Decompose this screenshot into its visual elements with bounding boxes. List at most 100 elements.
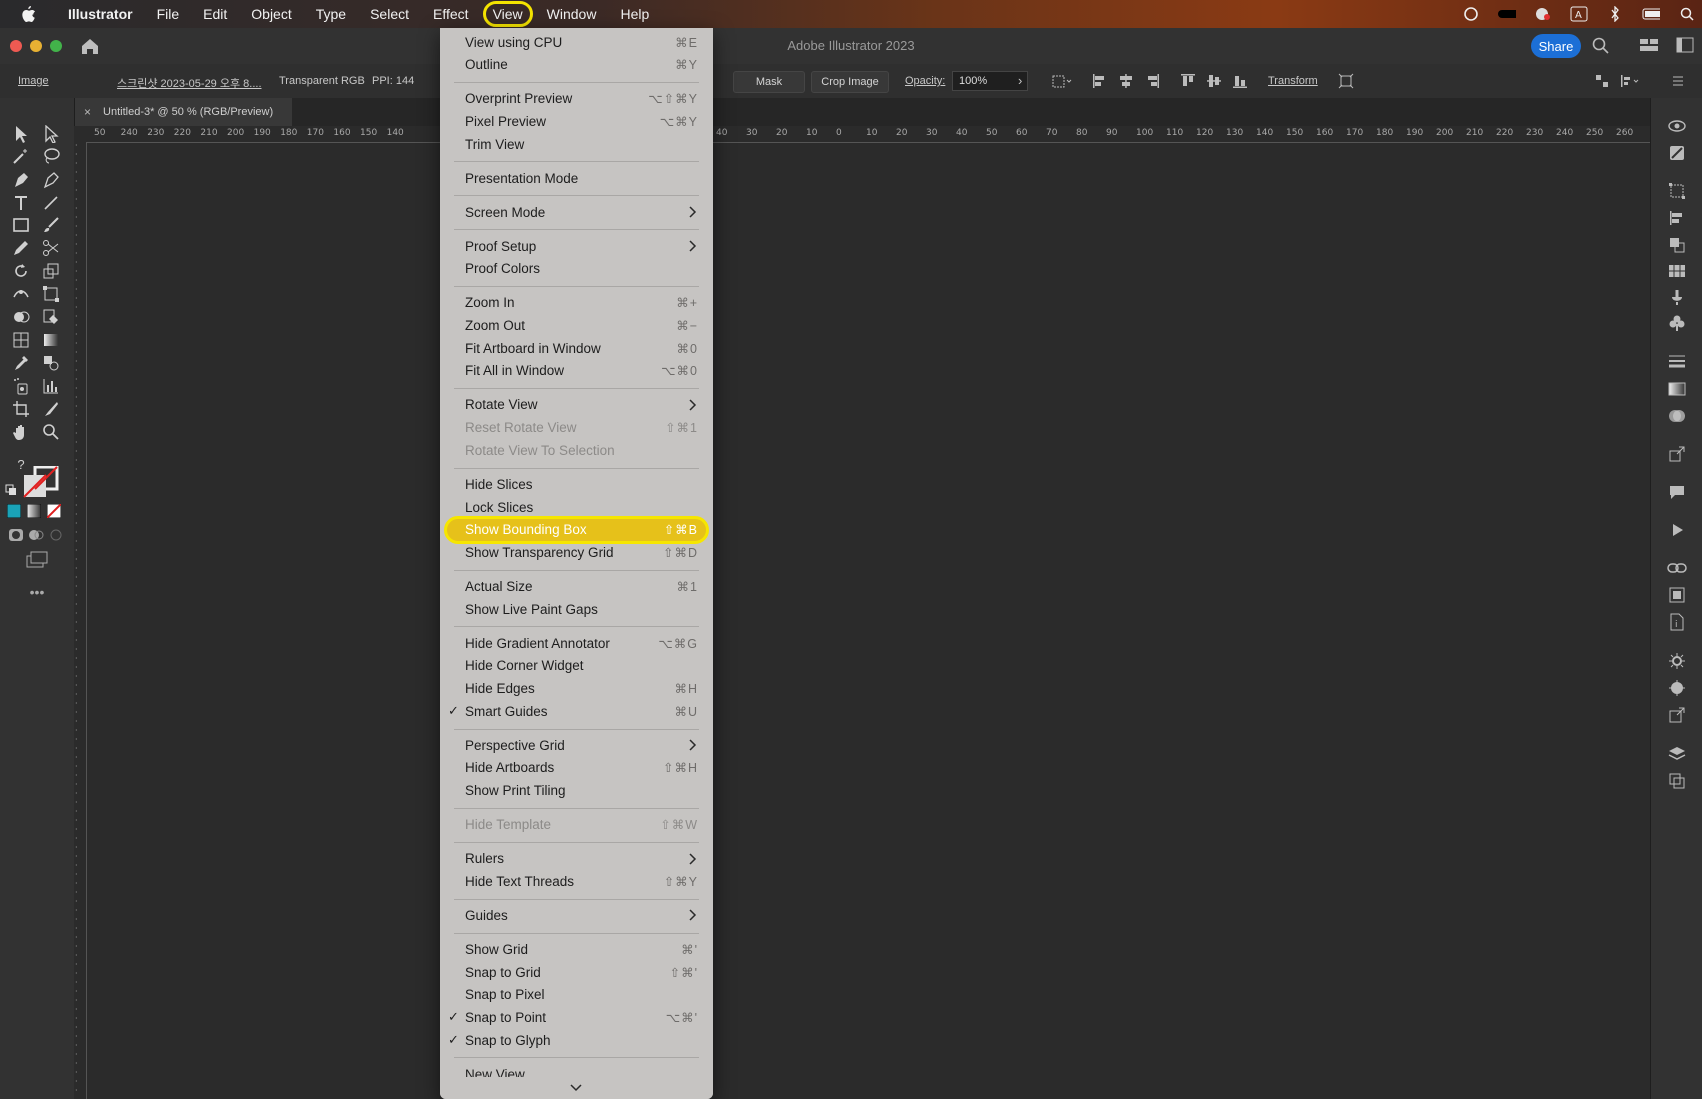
menu-item-presentation-mode[interactable]: Presentation Mode <box>440 167 713 189</box>
transparency-icon[interactable] <box>1667 406 1687 426</box>
opacity-label[interactable]: Opacity: <box>905 75 945 87</box>
menu-item-fit-all-in-window[interactable]: Fit All in Window ⌥⌘0 <box>440 360 713 382</box>
menu-item-show-transparency-grid[interactable]: Show Transparency Grid ⇧⌘D <box>440 541 713 563</box>
layers-icon[interactable] <box>1667 744 1687 764</box>
align-right-icon[interactable] <box>1144 73 1160 89</box>
align-bottom-icon[interactable] <box>1232 73 1248 89</box>
menu-item-snap-to-point[interactable]: ✓ Snap to Point ⌥⌘' <box>440 1006 713 1028</box>
width-tool-icon[interactable] <box>10 284 32 304</box>
canvas[interactable] <box>87 143 1650 1099</box>
menu-item-proof-colors[interactable]: Proof Colors <box>440 258 713 280</box>
document-tab[interactable]: × Untitled-3* @ 50 % (RGB/Preview) <box>74 98 292 126</box>
selection-tool-icon[interactable] <box>10 124 32 144</box>
arrange-icon[interactable] <box>1594 73 1610 89</box>
align-left-icon[interactable] <box>1092 73 1108 89</box>
workspace-icon[interactable] <box>1640 37 1658 55</box>
column-graph-tool-icon[interactable] <box>40 376 62 396</box>
slice-tool-icon[interactable] <box>40 399 62 419</box>
eyedropper-tool-icon[interactable] <box>10 353 32 373</box>
type-tool-icon[interactable] <box>10 193 32 213</box>
menu-item-show-live-paint-gaps[interactable]: Show Live Paint Gaps <box>440 598 713 620</box>
mesh-tool-icon[interactable] <box>10 330 32 350</box>
align-panel-icon[interactable] <box>1667 208 1687 228</box>
menu-item-smart-guides[interactable]: ✓ Smart Guides ⌘U <box>440 700 713 722</box>
horizontal-ruler[interactable]: 50 240 230 220 210 200 190 180 170 160 150 140 40 30 2… <box>86 126 1650 143</box>
align-top-icon[interactable] <box>1180 73 1196 89</box>
menu-item-hide-text-threads[interactable]: Hide Text Threads ⇧⌘Y <box>440 870 713 892</box>
menu-item-hide-gradient-annotator[interactable]: Hide Gradient Annotator ⌥⌘G <box>440 632 713 654</box>
vertical-ruler[interactable]: · · · · · · · · · · · · · · · · · · · · · · · · · · · · · · · · · · · · · · · ·… <box>74 142 87 1099</box>
menu-item-guides[interactable]: Guides <box>440 904 713 926</box>
pen-tool-icon[interactable] <box>10 170 32 190</box>
mask-button[interactable]: Mask <box>733 71 805 93</box>
shape-builder-tool-icon[interactable] <box>10 307 32 327</box>
notification-icon[interactable] <box>1534 7 1552 21</box>
image-trace-icon[interactable] <box>1667 585 1687 605</box>
free-transform-tool-icon[interactable] <box>40 284 62 304</box>
draw-behind-icon[interactable] <box>26 526 46 544</box>
brushes-icon[interactable] <box>1667 287 1687 307</box>
paintbrush-tool-icon[interactable] <box>40 215 62 235</box>
menu-select[interactable]: Select <box>358 0 421 28</box>
align-middle-icon[interactable] <box>1206 73 1222 89</box>
control-menu-icon[interactable] <box>1670 73 1686 89</box>
menu-item-show-bounding-box[interactable]: Show Bounding Box ⇧⌘B <box>444 515 709 544</box>
hand-tool-icon[interactable] <box>10 422 32 442</box>
menu-item-zoom-in[interactable]: Zoom In ⌘+ <box>440 292 713 314</box>
menu-item-snap-to-pixel[interactable]: Snap to Pixel <box>440 984 713 1006</box>
document-info-icon[interactable]: i <box>1667 612 1687 632</box>
transform-link[interactable]: Transform <box>1268 75 1318 87</box>
input-source-icon[interactable]: A <box>1570 6 1588 22</box>
draw-inside-icon[interactable] <box>46 526 66 544</box>
battery-icon[interactable] <box>1642 7 1660 21</box>
links-icon[interactable] <box>1667 558 1687 578</box>
menu-scroll-down-indicator[interactable] <box>440 1077 713 1099</box>
stroke-icon[interactable] <box>1667 351 1687 371</box>
properties-icon[interactable] <box>1667 116 1687 136</box>
pathfinder-icon[interactable] <box>1667 235 1687 255</box>
menu-item-screen-mode[interactable]: Screen Mode <box>440 201 713 223</box>
menu-item-snap-to-grid[interactable]: Snap to Grid ⇧⌘' <box>440 961 713 983</box>
share-button[interactable]: Share <box>1531 34 1581 58</box>
close-tab-icon[interactable]: × <box>84 105 91 119</box>
object-type-label[interactable]: Image <box>18 75 49 87</box>
menu-item-pixel-preview[interactable]: Pixel Preview ⌥⌘Y <box>440 110 713 132</box>
menu-object[interactable]: Object <box>239 0 303 28</box>
creative-cloud-icon[interactable] <box>1462 7 1480 21</box>
panel-toggle-icon[interactable] <box>1676 37 1694 55</box>
menu-item-lock-slices[interactable]: Lock Slices <box>440 496 713 518</box>
zoom-tool-icon[interactable] <box>40 422 62 442</box>
menu-item-snap-to-glyph[interactable]: ✓ Snap to Glyph <box>440 1029 713 1051</box>
battery-pill-icon[interactable] <box>1498 7 1516 21</box>
menu-effect[interactable]: Effect <box>421 0 481 28</box>
rectangle-tool-icon[interactable] <box>10 215 32 235</box>
ruler-origin[interactable] <box>74 126 86 142</box>
menu-file[interactable]: File <box>145 0 192 28</box>
menu-item-outline[interactable]: Outline ⌘Y <box>440 54 713 76</box>
menu-item-perspective-grid[interactable]: Perspective Grid <box>440 734 713 756</box>
export-icon[interactable] <box>1667 705 1687 725</box>
align-center-icon[interactable] <box>1118 73 1134 89</box>
menu-item-trim-view[interactable]: Trim View <box>440 133 713 155</box>
menu-item-show-print-tiling[interactable]: Show Print Tiling <box>440 780 713 802</box>
menu-item-hide-artboards[interactable]: Hide Artboards ⇧⌘H <box>440 757 713 779</box>
crop-image-button[interactable]: Crop Image <box>811 71 889 93</box>
fill-stroke-swatch[interactable] <box>23 466 59 498</box>
screen-mode-icon[interactable] <box>24 550 50 570</box>
menu-view[interactable]: View <box>481 0 535 28</box>
asset-export-icon[interactable] <box>1667 444 1687 464</box>
menu-item-hide-slices[interactable]: Hide Slices <box>440 473 713 495</box>
gradient-mode-icon[interactable] <box>26 503 42 519</box>
menu-item-rulers[interactable]: Rulers <box>440 848 713 870</box>
menu-help[interactable]: Help <box>608 0 661 28</box>
apple-icon[interactable] <box>18 5 38 23</box>
blend-tool-icon[interactable] <box>40 353 62 373</box>
gradient-tool-icon[interactable] <box>40 330 62 350</box>
color-mode-icon[interactable] <box>6 503 22 519</box>
transform-panel-icon[interactable] <box>1667 181 1687 201</box>
menu-item-zoom-out[interactable]: Zoom Out ⌘− <box>440 315 713 337</box>
opacity-arrow-icon[interactable]: › <box>1018 73 1022 88</box>
appearance-icon[interactable] <box>1667 651 1687 671</box>
spotlight-icon[interactable] <box>1678 7 1696 21</box>
menu-item-hide-corner-widget[interactable]: Hide Corner Widget <box>440 655 713 677</box>
